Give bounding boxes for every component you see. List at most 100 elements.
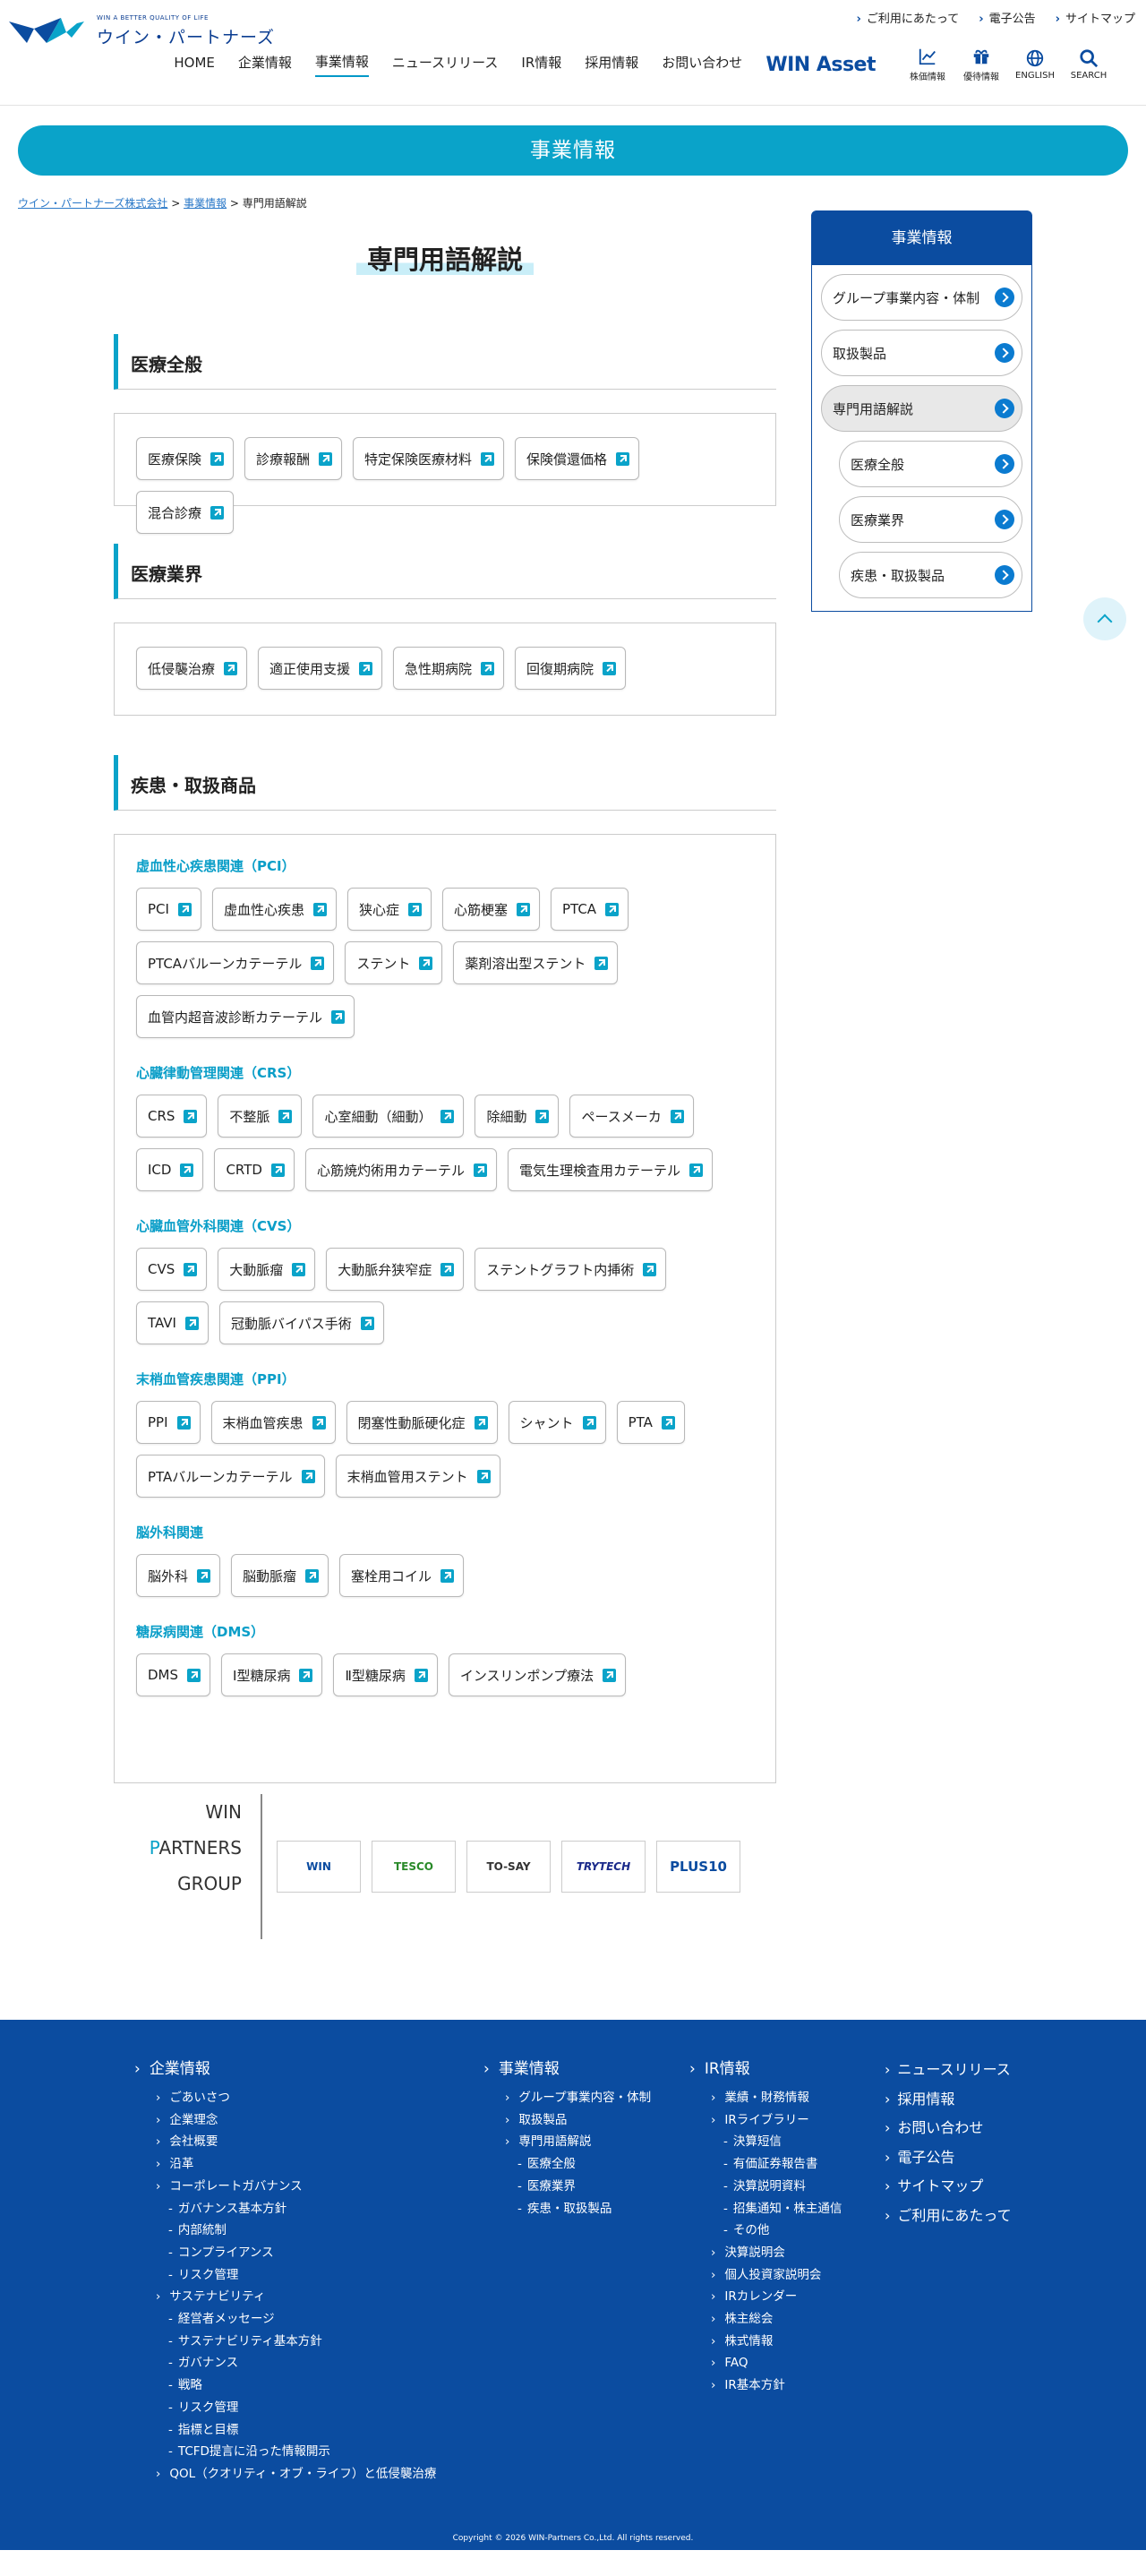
term-tag[interactable]: 急性期病院 <box>393 647 505 690</box>
footer-heading[interactable]: 事業情報 <box>483 2056 651 2078</box>
term-tag[interactable]: 除細動 <box>475 1095 560 1138</box>
footer-link[interactable]: 業績・財務情報 <box>689 2087 842 2109</box>
side-item-glossary[interactable]: 専門用語解説 <box>821 385 1022 432</box>
footer-link[interactable]: その他 <box>689 2220 842 2242</box>
footer-link[interactable]: 専門用語解説 <box>483 2131 651 2153</box>
term-tag[interactable]: 混合診療 <box>136 491 235 534</box>
term-tag[interactable]: 診療報酬 <box>244 437 343 480</box>
footer-link[interactable]: 企業理念 <box>134 2109 436 2132</box>
nav-contact[interactable]: お問い合わせ <box>662 53 742 76</box>
term-tag[interactable]: インスリンポンプ療法 <box>448 1653 627 1696</box>
win-asset-link[interactable]: WIN Asset <box>765 54 876 76</box>
term-tag[interactable]: ICD <box>136 1148 204 1191</box>
group-logo-tesco[interactable]: TESCO <box>372 1841 456 1893</box>
side-item-group[interactable]: グループ事業内容・体制 <box>821 274 1022 321</box>
nav-ir[interactable]: IR情報 <box>521 53 561 76</box>
footer-heading[interactable]: IR情報 <box>689 2056 842 2078</box>
group-logo-tosay[interactable]: TO-SAY <box>466 1841 551 1893</box>
nav-stock[interactable]: 株価情報 <box>902 47 953 82</box>
term-tag[interactable]: 不整脈 <box>218 1095 303 1138</box>
term-tag[interactable]: Ⅱ型糖尿病 <box>333 1653 438 1696</box>
term-tag[interactable]: 大動脈瘤 <box>218 1248 316 1291</box>
footer-link[interactable]: 戦略 <box>134 2374 436 2397</box>
term-tag[interactable]: 保険償還価格 <box>515 437 640 480</box>
term-tag[interactable]: PTCA <box>551 888 629 931</box>
footer-link[interactable]: 医療業界 <box>483 2176 651 2198</box>
term-tag[interactable]: 回復期病院 <box>515 647 627 690</box>
util-link-notice[interactable]: 電子公告 <box>979 9 1036 26</box>
footer-link[interactable]: ごあいさつ <box>134 2087 436 2109</box>
term-tag[interactable]: CRS <box>136 1095 208 1138</box>
footer-link[interactable]: FAQ <box>689 2352 842 2374</box>
term-tag[interactable]: PTA <box>616 1401 685 1444</box>
footer-link[interactable]: 決算短信 <box>689 2131 842 2153</box>
footer-link[interactable]: 会社概要 <box>134 2131 436 2153</box>
footer-link[interactable]: ガバナンス <box>134 2352 436 2374</box>
footer-link[interactable]: TCFD提言に沿った情報開示 <box>134 2441 436 2463</box>
footer-link[interactable]: 個人投資家説明会 <box>689 2264 842 2287</box>
nav-business[interactable]: 事業情報 <box>314 52 369 77</box>
nav-recruit[interactable]: 採用情報 <box>585 53 638 76</box>
footer-link-recruit[interactable]: 採用情報 <box>885 2085 1012 2115</box>
side-item-products[interactable]: 取扱製品 <box>821 330 1022 376</box>
term-tag[interactable]: CRTD <box>214 1148 295 1191</box>
term-tag[interactable]: PPI <box>136 1401 201 1444</box>
group-logo-trytech[interactable]: TRYTECH <box>561 1841 646 1893</box>
footer-link[interactable]: グループ事業内容・体制 <box>483 2087 651 2109</box>
nav-news[interactable]: ニュースリリース <box>392 53 499 76</box>
term-tag[interactable]: ステント <box>345 941 443 984</box>
term-tag[interactable]: 脳外科 <box>136 1554 221 1597</box>
term-tag[interactable]: 血管内超音波診断カテーテル <box>136 995 355 1038</box>
term-tag[interactable]: シャント <box>508 1401 606 1444</box>
term-tag[interactable]: 心筋梗塞 <box>441 888 540 931</box>
footer-link[interactable]: 決算説明資料 <box>689 2176 842 2198</box>
footer-link[interactable]: QOL（クオリティ・オブ・ライフ）と低侵襲治療 <box>134 2463 436 2486</box>
term-tag[interactable]: 特定保険医療材料 <box>353 437 505 480</box>
footer-link[interactable]: 疾患・取扱製品 <box>483 2198 651 2220</box>
footer-link[interactable]: 経営者メッセージ <box>134 2308 436 2331</box>
nav-english[interactable]: ENGLISH <box>1010 48 1060 81</box>
term-tag[interactable]: 低侵襲治療 <box>136 647 248 690</box>
group-logo-win[interactable]: WIN <box>277 1841 361 1893</box>
term-tag[interactable]: 薬剤溶出型ステント <box>453 941 619 984</box>
footer-link-terms[interactable]: ご利用にあたって <box>885 2202 1011 2231</box>
scroll-top-button[interactable] <box>1083 597 1126 640</box>
term-tag[interactable]: TAVI <box>136 1301 209 1344</box>
footer-link-news[interactable]: ニュースリリース <box>885 2056 1012 2085</box>
term-tag[interactable]: ペースメーカ <box>569 1095 694 1138</box>
term-tag[interactable]: 冠動脈バイパス手術 <box>219 1301 384 1344</box>
term-tag[interactable]: 閉塞性動脈硬化症 <box>346 1401 498 1444</box>
footer-link[interactable]: 医療全般 <box>483 2153 651 2176</box>
footer-link[interactable]: 指標と目標 <box>134 2419 436 2442</box>
site-logo[interactable]: WIN A BETTER QUALITY OF LIFE ウイン・パートナーズ <box>7 14 275 48</box>
term-tag[interactable]: PCI <box>136 888 201 931</box>
footer-link[interactable]: リスク管理 <box>134 2397 436 2419</box>
util-link-sitemap[interactable]: サイトマップ <box>1056 9 1135 26</box>
footer-link[interactable]: 有価証券報告書 <box>689 2153 842 2176</box>
footer-link[interactable]: 招集通知・株主通信 <box>689 2198 842 2220</box>
term-tag[interactable]: 適正使用支援 <box>258 647 383 690</box>
footer-link[interactable]: 取扱製品 <box>483 2109 651 2132</box>
footer-link[interactable]: IRカレンダー <box>689 2286 842 2308</box>
side-item-general[interactable]: 医療全般 <box>839 441 1022 487</box>
util-link-terms[interactable]: ご利用にあたって <box>857 9 959 26</box>
footer-link-notice[interactable]: 電子公告 <box>885 2143 1012 2173</box>
term-tag[interactable]: 虚血性心疾患 <box>211 888 337 931</box>
nav-search[interactable]: SEARCH <box>1064 48 1114 81</box>
term-tag[interactable]: 心筋焼灼術用カテーテル <box>304 1148 497 1191</box>
term-tag[interactable]: PTCAバルーンカテーテル <box>136 941 335 984</box>
side-item-disease[interactable]: 疾患・取扱製品 <box>839 552 1022 598</box>
footer-link-sitemap[interactable]: サイトマップ <box>885 2172 1012 2202</box>
term-tag[interactable]: Ⅰ型糖尿病 <box>221 1653 323 1696</box>
footer-link[interactable]: コンプライアンス <box>134 2242 436 2264</box>
term-tag[interactable]: 末梢血管用ステント <box>335 1455 500 1498</box>
footer-link[interactable]: リスク管理 <box>134 2264 436 2287</box>
term-tag[interactable]: 末梢血管疾患 <box>210 1401 336 1444</box>
nav-company[interactable]: 企業情報 <box>238 53 292 76</box>
footer-link[interactable]: 株主総会 <box>689 2308 842 2331</box>
group-logo-plus10[interactable]: PLUS10 <box>656 1841 740 1893</box>
term-tag[interactable]: ステントグラフト内挿術 <box>475 1248 667 1291</box>
footer-link[interactable]: ガバナンス基本方針 <box>134 2198 436 2220</box>
breadcrumb-home[interactable]: ウイン・パートナーズ株式会社 <box>18 197 167 210</box>
footer-link[interactable]: IR基本方針 <box>689 2374 842 2397</box>
